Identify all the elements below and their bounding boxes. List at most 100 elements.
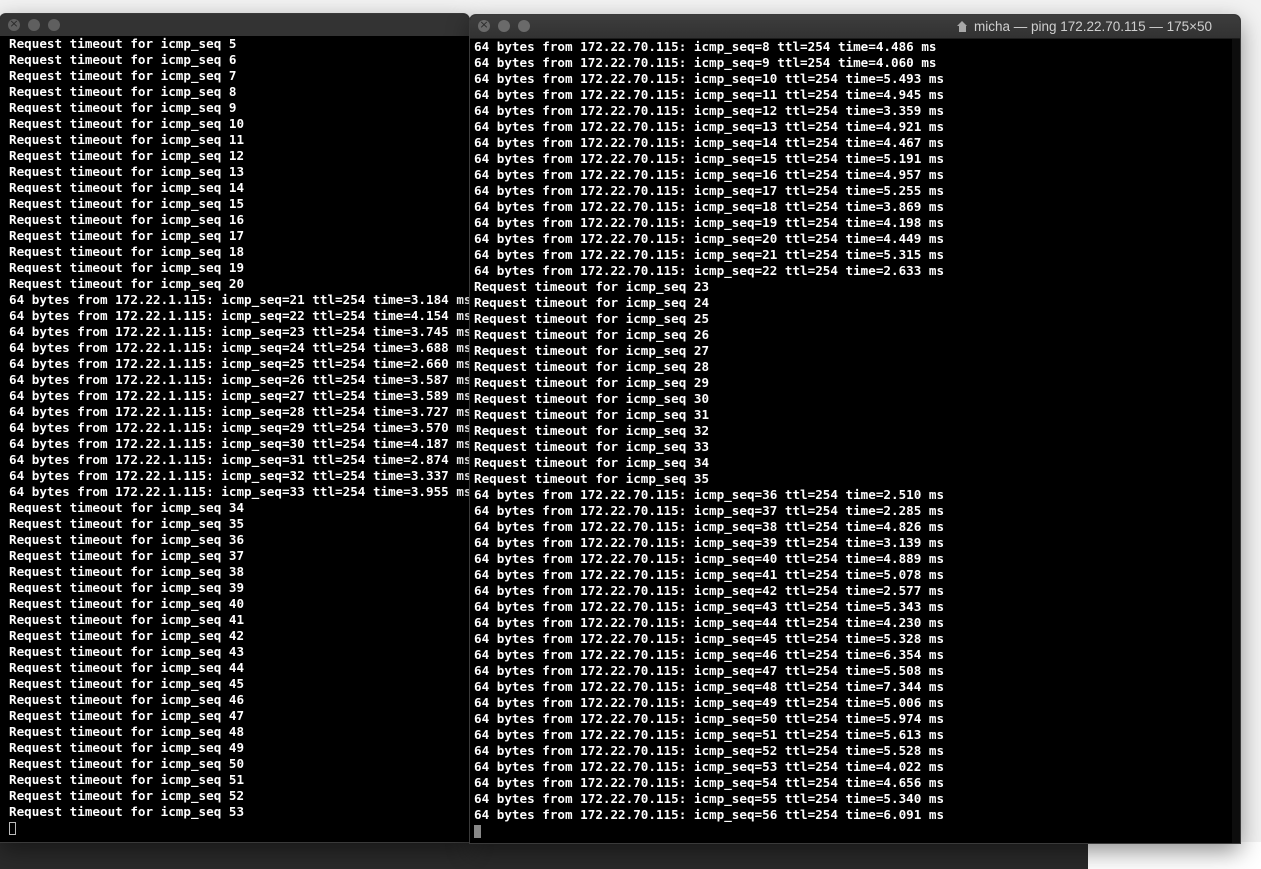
terminal-line: 64 bytes from 172.22.70.115: icmp_seq=42… [474,583,945,598]
terminal-line: Request timeout for icmp_seq 7 [9,68,237,83]
terminal-line: 64 bytes from 172.22.1.115: icmp_seq=27 … [9,388,469,403]
terminal-line: Request timeout for icmp_seq 29 [474,375,710,390]
terminal-line: Request timeout for icmp_seq 49 [9,740,245,755]
terminal-line: Request timeout for icmp_seq 8 [9,84,237,99]
terminal-line: Request timeout for icmp_seq 35 [474,471,710,486]
terminal-line: Request timeout for icmp_seq 52 [9,788,245,803]
terminal-line: 64 bytes from 172.22.70.115: icmp_seq=21… [474,247,945,262]
terminal-line: 64 bytes from 172.22.70.115: icmp_seq=17… [474,183,945,198]
minimize-button[interactable] [28,19,40,31]
terminal-line: Request timeout for icmp_seq 39 [9,580,245,595]
terminal-line: Request timeout for icmp_seq 45 [9,676,245,691]
terminal-line: Request timeout for icmp_seq 14 [9,180,245,195]
cursor-line [9,820,469,836]
terminal-line: 64 bytes from 172.22.70.115: icmp_seq=56… [474,807,945,822]
zoom-button[interactable] [518,20,530,32]
terminal-line: Request timeout for icmp_seq 36 [9,532,245,547]
terminal-line: 64 bytes from 172.22.1.115: icmp_seq=23 … [9,324,469,339]
terminal-line: Request timeout for icmp_seq 40 [9,596,245,611]
terminal-line: Request timeout for icmp_seq 23 [474,279,710,294]
terminal-line: Request timeout for icmp_seq 6 [9,52,237,67]
terminal-line: Request timeout for icmp_seq 42 [9,628,245,643]
terminal-line: 64 bytes from 172.22.1.115: icmp_seq=33 … [9,484,469,499]
terminal-line: 64 bytes from 172.22.70.115: icmp_seq=41… [474,567,945,582]
terminal-line: 64 bytes from 172.22.70.115: icmp_seq=45… [474,631,945,646]
terminal-line: 64 bytes from 172.22.70.115: icmp_seq=14… [474,135,945,150]
title-bar-right[interactable]: micha — ping 172.22.70.115 — 175×50 [470,15,1240,39]
terminal-line: Request timeout for icmp_seq 11 [9,132,245,147]
terminal-line: Request timeout for icmp_seq 32 [474,423,710,438]
terminal-line: Request timeout for icmp_seq 35 [9,516,245,531]
terminal-line: 64 bytes from 172.22.70.115: icmp_seq=48… [474,679,945,694]
terminal-line: Request timeout for icmp_seq 30 [474,391,710,406]
terminal-line: 64 bytes from 172.22.70.115: icmp_seq=46… [474,647,945,662]
terminal-line: Request timeout for icmp_seq 41 [9,612,245,627]
terminal-line: Request timeout for icmp_seq 17 [9,228,245,243]
terminal-line: Request timeout for icmp_seq 19 [9,260,245,275]
terminal-line: 64 bytes from 172.22.1.115: icmp_seq=29 … [9,420,469,435]
terminal-line: 64 bytes from 172.22.70.115: icmp_seq=50… [474,711,945,726]
terminal-line: 64 bytes from 172.22.1.115: icmp_seq=22 … [9,308,469,323]
terminal-line: 64 bytes from 172.22.70.115: icmp_seq=37… [474,503,945,518]
terminal-line: 64 bytes from 172.22.70.115: icmp_seq=44… [474,615,945,630]
terminal-line: 64 bytes from 172.22.1.115: icmp_seq=28 … [9,404,469,419]
terminal-line: 64 bytes from 172.22.70.115: icmp_seq=13… [474,119,945,134]
terminal-line: Request timeout for icmp_seq 44 [9,660,245,675]
terminal-window-left[interactable]: Request timeout for icmp_seq 5Request ti… [0,14,469,842]
terminal-line: Request timeout for icmp_seq 37 [9,548,245,563]
title-bar-left[interactable] [0,14,469,38]
terminal-line: 64 bytes from 172.22.70.115: icmp_seq=19… [474,215,945,230]
terminal-line: 64 bytes from 172.22.70.115: icmp_seq=43… [474,599,945,614]
terminal-line: Request timeout for icmp_seq 27 [474,343,710,358]
terminal-line: Request timeout for icmp_seq 53 [9,804,245,819]
terminal-line: Request timeout for icmp_seq 51 [9,772,245,787]
terminal-line: Request timeout for icmp_seq 46 [9,692,245,707]
terminal-line: 64 bytes from 172.22.70.115: icmp_seq=51… [474,727,945,742]
text-cursor [474,825,481,838]
terminal-line: Request timeout for icmp_seq 48 [9,724,245,739]
terminal-line: 64 bytes from 172.22.70.115: icmp_seq=39… [474,535,945,550]
terminal-line: Request timeout for icmp_seq 13 [9,164,245,179]
terminal-line: 64 bytes from 172.22.70.115: icmp_seq=47… [474,663,945,678]
close-button[interactable] [8,17,20,31]
terminal-output-right[interactable]: 64 bytes from 172.22.70.115: icmp_seq=8 … [470,39,1240,843]
close-button[interactable] [478,18,490,32]
terminal-line: Request timeout for icmp_seq 28 [474,359,710,374]
terminal-line: 64 bytes from 172.22.1.115: icmp_seq=25 … [9,356,469,371]
terminal-line: Request timeout for icmp_seq 10 [9,116,245,131]
terminal-line: 64 bytes from 172.22.70.115: icmp_seq=22… [474,263,945,278]
terminal-line: Request timeout for icmp_seq 50 [9,756,245,771]
terminal-line: 64 bytes from 172.22.70.115: icmp_seq=53… [474,759,945,774]
terminal-line: Request timeout for icmp_seq 25 [474,311,710,326]
window-controls-right [478,18,530,32]
text-cursor [9,822,16,835]
terminal-line: Request timeout for icmp_seq 38 [9,564,245,579]
terminal-line: 64 bytes from 172.22.70.115: icmp_seq=10… [474,71,945,86]
terminal-output-left[interactable]: Request timeout for icmp_seq 5 Request ti… [0,36,469,842]
terminal-line: Request timeout for icmp_seq 15 [9,196,245,211]
window-title: micha — ping 172.22.70.115 — 175×50 [973,19,1212,34]
minimize-button[interactable] [498,20,510,32]
terminal-line: 64 bytes from 172.22.70.115: icmp_seq=9 … [474,55,937,70]
desktop-background [0,842,1088,869]
zoom-button[interactable] [48,19,60,31]
terminal-line: Request timeout for icmp_seq 34 [474,455,710,470]
terminal-line: Request timeout for icmp_seq 47 [9,708,245,723]
terminal-line: 64 bytes from 172.22.70.115: icmp_seq=38… [474,519,945,534]
terminal-line: 64 bytes from 172.22.1.115: icmp_seq=24 … [9,340,469,355]
terminal-line: 64 bytes from 172.22.70.115: icmp_seq=49… [474,695,945,710]
scrollbar[interactable] [1232,39,1240,843]
terminal-line: Request timeout for icmp_seq 20 [9,276,245,291]
terminal-window-right[interactable]: micha — ping 172.22.70.115 — 175×50 64 b… [470,15,1240,843]
terminal-line: 64 bytes from 172.22.70.115: icmp_seq=54… [474,775,945,790]
terminal-line: 64 bytes from 172.22.70.115: icmp_seq=52… [474,743,945,758]
terminal-line: 64 bytes from 172.22.70.115: icmp_seq=11… [474,87,945,102]
terminal-line: 64 bytes from 172.22.1.115: icmp_seq=30 … [9,436,469,451]
terminal-line: 64 bytes from 172.22.70.115: icmp_seq=40… [474,551,945,566]
cursor-line [474,823,1240,839]
terminal-line: Request timeout for icmp_seq 31 [474,407,710,422]
terminal-line: 64 bytes from 172.22.70.115: icmp_seq=15… [474,151,945,166]
terminal-line: 64 bytes from 172.22.70.115: icmp_seq=8 … [474,39,937,54]
terminal-line: 64 bytes from 172.22.1.115: icmp_seq=21 … [9,292,469,307]
window-controls-left [8,17,60,31]
